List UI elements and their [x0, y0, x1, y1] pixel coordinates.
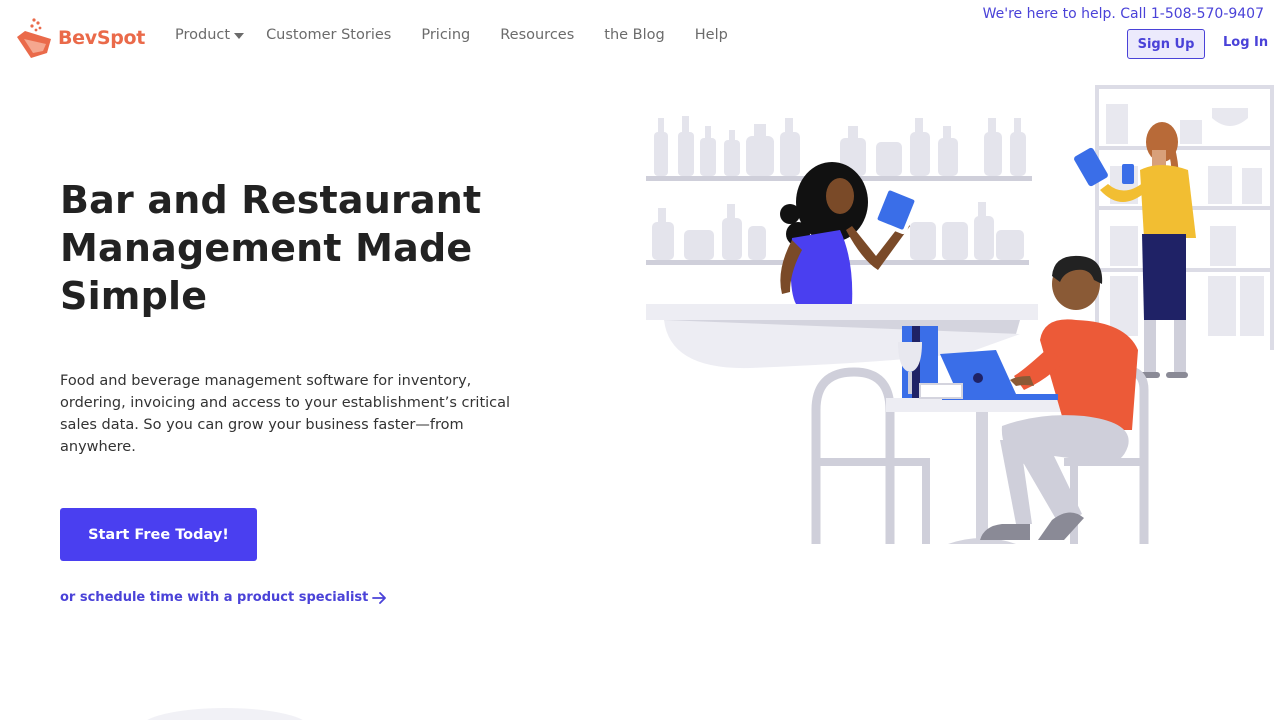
nav-item-label: the Blog	[604, 27, 665, 43]
main-nav: Product Customer Stories Pricing Resourc…	[175, 24, 728, 46]
nav-item-label: Resources	[500, 27, 575, 43]
section-divider	[140, 708, 310, 720]
login-link[interactable]: Log In	[1223, 35, 1268, 50]
nav-item-label: Customer Stories	[266, 27, 392, 43]
nav-item-product[interactable]: Product	[175, 27, 245, 43]
nav-item-label: Pricing	[421, 27, 471, 43]
schedule-specialist-link[interactable]: or schedule time with a product speciali…	[60, 590, 388, 605]
signup-button[interactable]: Sign Up	[1127, 29, 1205, 59]
manager-figure	[940, 255, 1138, 540]
help-banner: We're here to help. Call 1-508-570-9407	[983, 6, 1264, 22]
start-free-button[interactable]: Start Free Today!	[60, 508, 257, 561]
nav-item-pricing[interactable]: Pricing	[421, 27, 470, 43]
nav-item-blog[interactable]: the Blog	[604, 27, 664, 43]
hero-illustration	[646, 85, 1274, 544]
phone-link[interactable]: 1-508-570-9407	[1151, 6, 1264, 22]
chevron-down-icon	[234, 32, 245, 39]
bartender-figure	[780, 162, 919, 304]
nav-item-label: Help	[694, 27, 728, 43]
brand-name: BevSpot	[58, 27, 146, 49]
arrow-right-icon	[372, 591, 387, 604]
hero-description: Food and beverage management software fo…	[60, 373, 511, 455]
schedule-link-label: or schedule time with a product speciali…	[60, 590, 369, 605]
nav-item-label: Product	[175, 27, 231, 43]
bevspot-logo-icon	[17, 18, 51, 58]
nav-item-resources[interactable]: Resources	[500, 27, 574, 43]
hero-title: Bar and Restaurant Management Made Simpl…	[60, 178, 482, 318]
brand-logo[interactable]: BevSpot	[15, 17, 145, 59]
nav-item-customer-stories[interactable]: Customer Stories	[266, 27, 391, 43]
help-text: We're here to help. Call	[982, 6, 1151, 22]
nav-item-help[interactable]: Help	[695, 27, 728, 43]
